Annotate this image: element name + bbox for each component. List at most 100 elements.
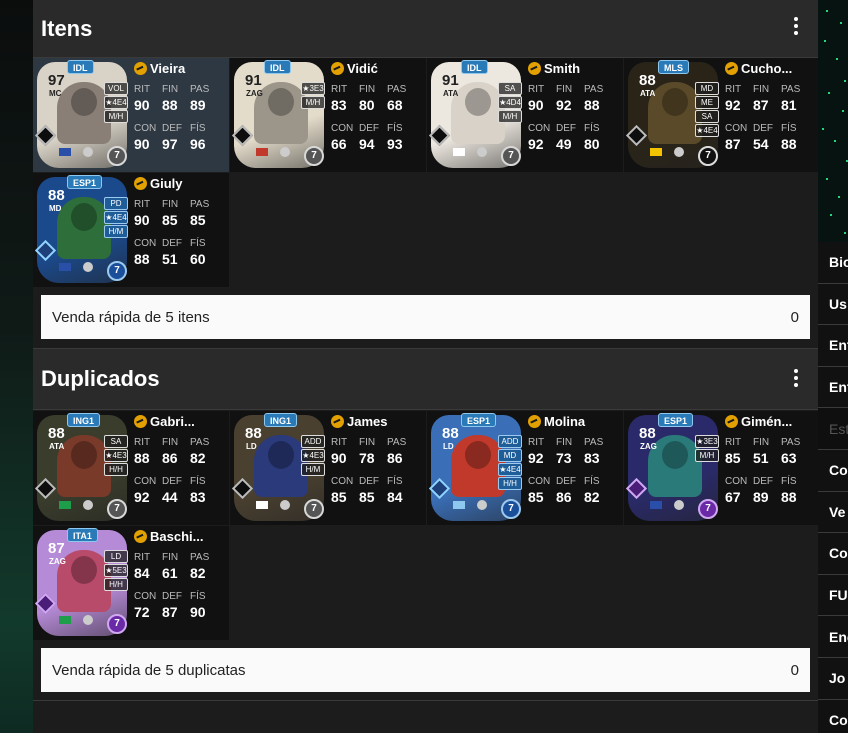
level-badge: 7 [304,146,324,166]
stat-row: RIT FIN PAS [723,84,820,97]
stat-label: RIT [528,84,545,95]
player-tile[interactable]: 88 ATA ING1 SA ★4E3 H/H 7 Gabri... RIT FIN PAS 88 86… [33,411,229,525]
player-tile[interactable]: 91 ATA IDL SA ★4D4 M/H 7 Smith RIT FIN PAS 90 92 88 CO… [427,58,623,172]
stat-row: CON DEF FÍS [132,476,229,489]
quick-sell-items-button[interactable]: Venda rápida de 5 itens 0 [41,295,810,339]
level-badge: 7 [107,614,127,634]
stat-value: 51 [753,450,769,466]
stat-value: 90 [134,97,150,113]
player-name-text: Smith [544,61,581,76]
player-tile[interactable]: 97 MC IDL VOL ★4E4 M/H 7 Vieira RIT FIN PAS 90 88 89 C… [33,58,229,172]
stat-label: FIN [162,437,179,448]
player-name: Cucho... [725,61,792,76]
player-tile[interactable]: 87 ZAG ITA1 LD ★5E3 H/H 7 Baschi... RIT FIN PAS 84 6… [33,526,229,640]
stat-value: 92 [725,97,741,113]
more-options-icon[interactable] [790,366,802,394]
alt-position-badge: VOL [104,82,128,95]
stat-row: 92 87 81 [723,97,820,119]
alt-position-badge: ★4D4 [498,96,522,109]
quick-sell-value: 0 [790,661,799,679]
alt-position-badge: PD [104,197,128,210]
stat-label: RIT [725,437,742,448]
right-menu-item[interactable]: FU [818,574,848,617]
stat-value: 81 [781,97,797,113]
stat-label: FÍS [190,238,206,249]
stat-value: 88 [162,97,178,113]
section-title: Itens [41,15,93,41]
level-badge: 7 [501,499,521,519]
stat-value: 96 [190,136,206,152]
right-menu-item[interactable]: Ene [818,616,848,658]
stat-label: PAS [781,437,801,448]
alt-position-badge: MD [498,449,522,462]
more-options-icon[interactable] [790,14,802,42]
player-stats: RIT FIN PAS 90 88 89 CON DEF FÍS 90 97 96 [132,84,229,158]
player-name-text: Cucho... [741,61,793,76]
section-title: Duplicados [41,366,160,391]
stat-value: 82 [190,565,206,581]
alt-position-badge: ★3E3 [301,82,325,95]
right-menu-item[interactable]: Jo [818,657,848,700]
stat-value: 51 [162,251,178,267]
stat-row: 85 85 84 [329,489,426,511]
stat-row: 90 85 85 [132,212,229,234]
player-tile[interactable]: 88 LD ESP1 ADD MD ★4E4 H/H 7 Molina RIT FIN PAS 92 73… [427,411,623,525]
player-tile[interactable]: 88 MD ESP1 PD ★4E4 H/M 7 Giuly RIT FIN PAS 90 85 85 CO… [33,173,229,287]
alt-position-badge: SA [498,82,522,95]
level-badge: 7 [107,499,127,519]
untradeable-coin-icon [134,415,147,428]
level-badge: 7 [107,146,127,166]
alt-position-badge: H/H [104,463,128,476]
stat-label: DEF [162,591,182,602]
nation-flag [650,501,662,509]
player-tile[interactable]: 88 ZAG ESP1 ★3E3 M/H 7 Gimén... RIT FIN PAS 85 51 63… [624,411,820,525]
player-stats: RIT FIN PAS 90 85 85 CON DEF FÍS 88 51 60 [132,199,229,273]
stat-label: FIN [359,437,376,448]
stat-label: CON [331,123,354,134]
stat-value: 90 [134,136,150,152]
stat-value: 85 [331,489,347,505]
player-name: Vidić [331,61,378,76]
nation-flag [256,148,268,156]
stat-value: 88 [781,136,797,152]
right-menu-item[interactable]: Ent [818,366,848,409]
decorative-dot [828,92,830,94]
player-tile[interactable]: 88 LD ING1 ADD ★4E3 H/M 7 James RIT FIN PAS 90 78 86 C… [230,411,426,525]
player-tile[interactable]: 91 ZAG IDL ★3E3 M/H 7 Vidić RIT FIN PAS 83 80 68 CON D… [230,58,426,172]
right-menu-item[interactable]: Bio [818,242,848,284]
stat-value: 93 [387,136,403,152]
decorative-dot [822,128,824,130]
card-position: ZAG [49,557,66,566]
stat-label: CON [528,476,551,487]
quick-sell-duplicates-button[interactable]: Venda rápida de 5 duplicatas 0 [41,648,810,692]
decorative-dot [844,80,846,82]
right-menu-item[interactable]: Ve [818,491,848,534]
right-menu-item[interactable]: Co [818,449,848,492]
stat-label: PAS [190,84,210,95]
card-rating: 91 [442,72,459,89]
stat-label: FÍS [781,476,797,487]
stat-label: FÍS [190,476,206,487]
stat-row: 85 86 82 [526,489,623,511]
stat-label: FIN [753,437,770,448]
right-menu-item[interactable]: Ent [818,325,848,367]
league-badge: ESP1 [67,175,103,189]
stat-label: PAS [190,552,210,563]
right-menu-item[interactable]: Co [818,699,848,733]
stat-value: 86 [162,450,178,466]
main-panel: Itens 97 MC IDL VOL ★4E4 M/H 7 Vieira RIT FIN PAS 9… [33,0,820,733]
stat-value: 87 [753,97,769,113]
right-menu-item[interactable]: Co [818,533,848,575]
stat-value: 80 [359,97,375,113]
decorative-dot [834,140,836,142]
right-menu-item[interactable]: Us [818,283,848,326]
card-position: MD [49,204,62,213]
player-photo [254,435,308,497]
stat-value: 90 [528,97,544,113]
right-menu-item[interactable]: Est [818,408,848,450]
untradeable-coin-icon [331,415,344,428]
player-name-text: Gimén... [741,414,793,429]
stat-label: PAS [190,437,210,448]
player-tile[interactable]: 88 ATA MLS MD ME SA ★4E4 7 Cucho... RIT FIN PAS 92 87… [624,58,820,172]
stat-row: RIT FIN PAS [526,84,623,97]
